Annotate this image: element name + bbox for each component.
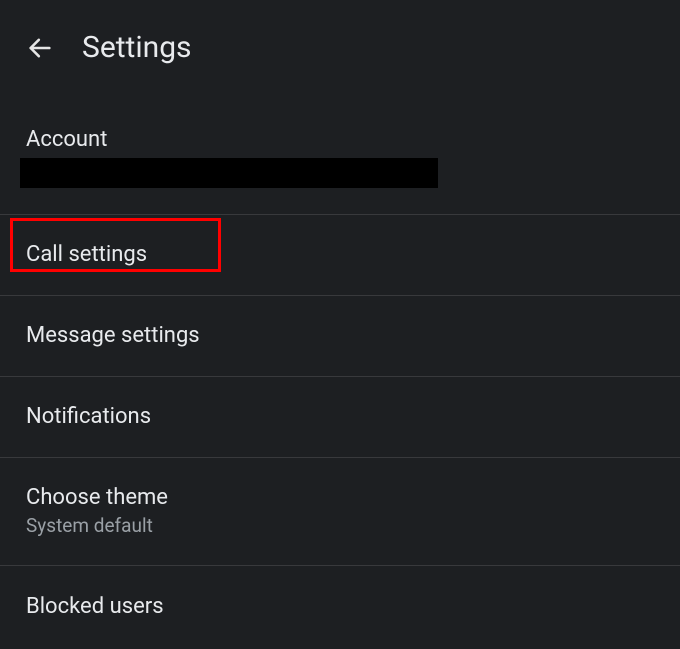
account-value <box>20 158 438 188</box>
account-section[interactable]: Account <box>0 85 680 188</box>
list-item-sublabel: System default <box>26 514 654 537</box>
list-item-label: Call settings <box>26 242 147 267</box>
header: Settings <box>0 0 680 85</box>
account-label: Account <box>26 127 654 152</box>
list-item-notifications[interactable]: Notifications <box>0 376 680 457</box>
list-item-label: Blocked users <box>26 594 164 619</box>
back-arrow-icon[interactable] <box>26 34 54 62</box>
list-item-choose-theme[interactable]: Choose theme System default <box>0 457 680 565</box>
list-item-label: Choose theme <box>26 485 654 510</box>
list-item-call-settings[interactable]: Call settings <box>0 214 680 295</box>
page-title: Settings <box>82 30 192 65</box>
list-item-message-settings[interactable]: Message settings <box>0 295 680 376</box>
list-item-blocked-users[interactable]: Blocked users <box>0 565 680 647</box>
list-item-label: Notifications <box>26 404 151 429</box>
settings-list: Call settings Message settings Notificat… <box>0 214 680 647</box>
list-item-label: Message settings <box>26 323 200 348</box>
